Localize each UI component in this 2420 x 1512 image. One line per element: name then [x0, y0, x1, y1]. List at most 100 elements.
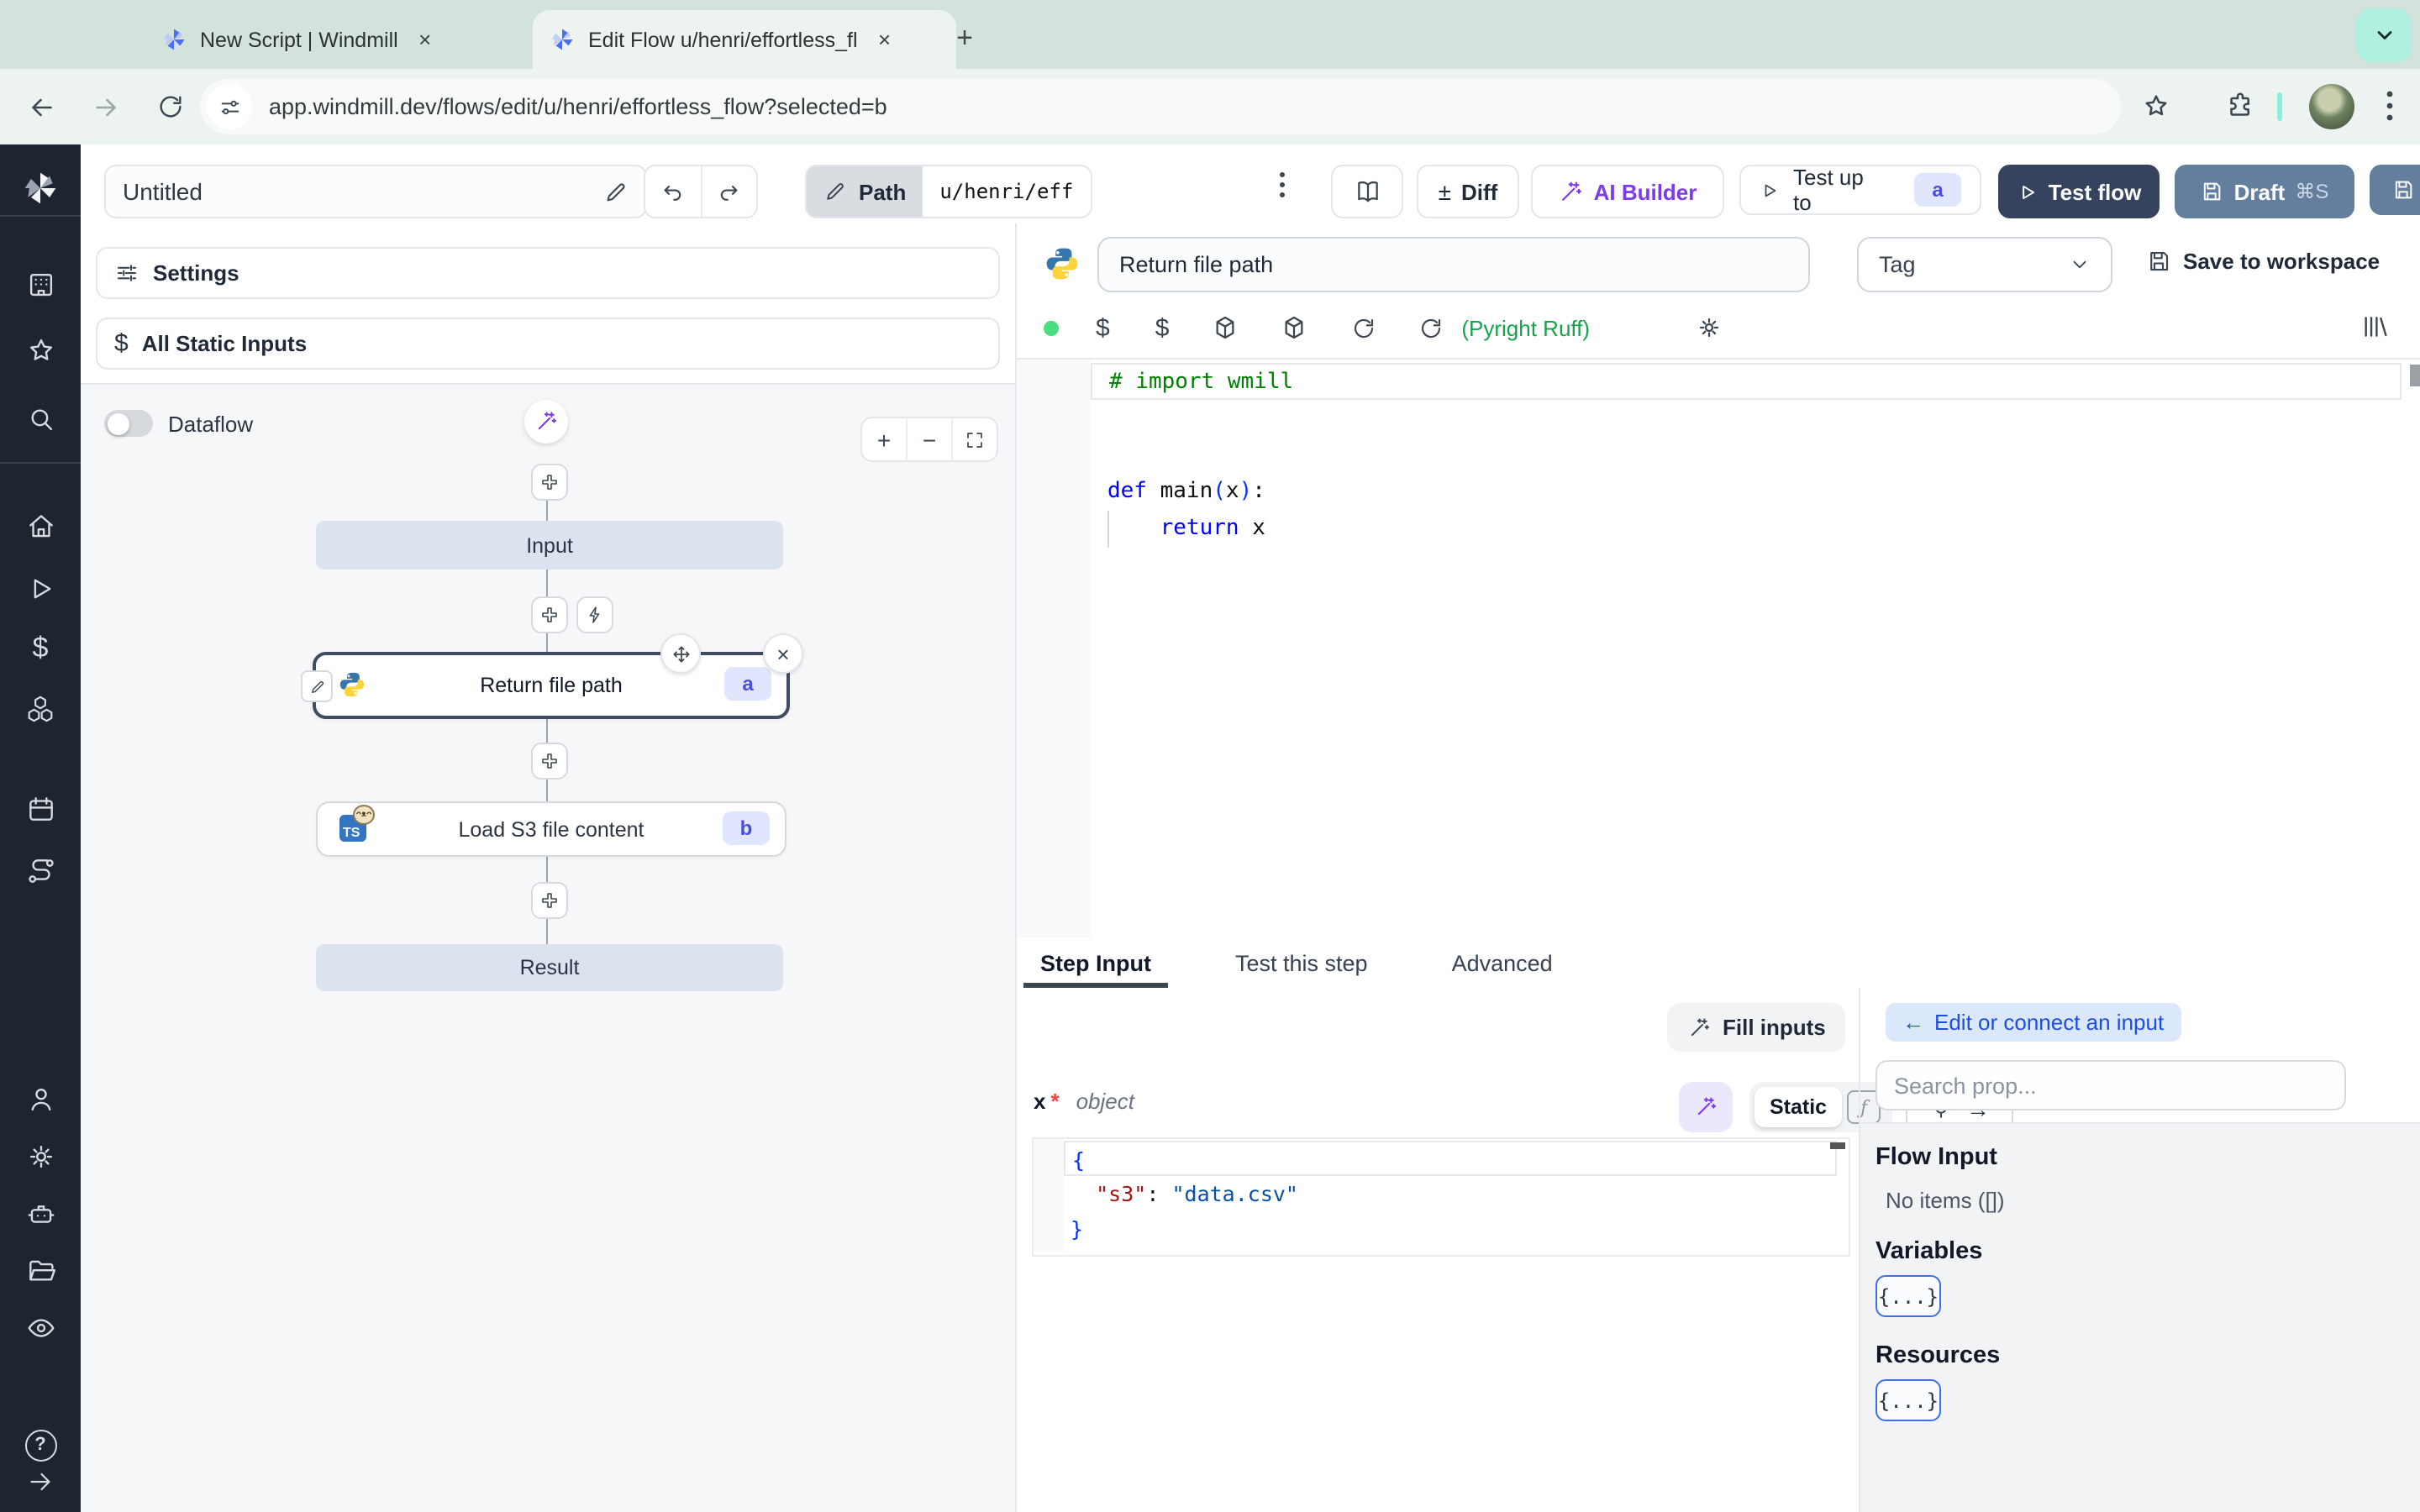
package-icon[interactable]: [1280, 314, 1307, 341]
move-step-icon[interactable]: [660, 633, 701, 674]
sidebar-item-workers-robot-icon[interactable]: [0, 1193, 81, 1233]
sidebar-item-schedules-calendar-icon[interactable]: [0, 788, 81, 828]
redo-button[interactable]: [702, 166, 756, 217]
editor-scrollbar[interactable]: [2410, 365, 2420, 386]
json-arg-editor[interactable]: { "s3": "data.csv"}: [1032, 1137, 1850, 1257]
flow-node-step-b[interactable]: TS ᴖᴥᴖ Load S3 file content b: [316, 801, 786, 857]
insert-step-button[interactable]: [531, 464, 568, 501]
insert-trigger-button[interactable]: [576, 596, 613, 633]
sidebar-item-routes-icon[interactable]: [0, 850, 81, 890]
tag-label: Tag: [1879, 252, 1916, 277]
resources-expand-button[interactable]: {...}: [1876, 1379, 1941, 1421]
static-mode-button[interactable]: Static: [1754, 1087, 1843, 1127]
new-tab-icon[interactable]: +: [946, 20, 983, 57]
book-icon: [1357, 181, 1377, 202]
package-icon[interactable]: [1211, 314, 1238, 341]
flow-node-input[interactable]: Input: [316, 521, 783, 570]
code-editor[interactable]: # import wmill def main(x): return x: [1017, 358, 2420, 939]
edit-or-connect-button[interactable]: ← Edit or connect an input: [1886, 1003, 2181, 1042]
more-kebab-icon[interactable]: [1270, 166, 1294, 203]
step-badge[interactable]: a: [1914, 173, 1961, 207]
path-button[interactable]: Path u/henri/eff: [805, 165, 1092, 218]
sidebar-item-runs-play-icon[interactable]: [0, 568, 81, 608]
resources-dollar-icon[interactable]: $: [1155, 313, 1170, 342]
sidebar-item-resources-cubes-icon[interactable]: [0, 689, 81, 729]
sidebar-item-folders-icon[interactable]: [0, 1250, 81, 1290]
sidebar-item-audit-eye-icon[interactable]: [0, 1307, 81, 1347]
json-scrollbar[interactable]: [1830, 1142, 1845, 1149]
path-label-seg[interactable]: Path: [807, 166, 923, 217]
sidebar-item-favorites-star-icon[interactable]: [0, 329, 81, 370]
library-icon[interactable]: [2361, 312, 2390, 341]
ai-flow-wand-button[interactable]: [524, 400, 568, 444]
tab-chevron-icon[interactable]: [2356, 8, 2412, 62]
bun-typescript-icon: TS ᴖᴥᴖ: [339, 805, 375, 842]
flow-name-input[interactable]: Untitled: [104, 165, 647, 218]
zoom-in-button[interactable]: +: [862, 418, 908, 460]
close-icon[interactable]: ×: [412, 26, 439, 53]
diff-button[interactable]: ± Diff: [1417, 165, 1519, 218]
menu-kebab-icon[interactable]: [2376, 87, 2403, 124]
omnibox[interactable]: app.windmill.dev/flows/edit/u/henri/effo…: [200, 79, 2121, 134]
docs-book-button[interactable]: [1331, 165, 1403, 218]
reload-icon[interactable]: [1418, 315, 1443, 340]
sidebar-item-home-icon[interactable]: [0, 506, 81, 546]
sidebar-item-expand-arrow-icon[interactable]: [0, 1462, 81, 1502]
search-prop-input[interactable]: Search prop...: [1876, 1060, 2346, 1110]
magic-wand-icon[interactable]: [1628, 315, 1654, 340]
delete-step-icon[interactable]: ×: [763, 633, 803, 674]
code-lines[interactable]: # import wmill def main(x): return x: [1091, 363, 2402, 548]
fullscreen-button[interactable]: [953, 418, 997, 460]
deploy-button[interactable]: Deploy: [2370, 165, 2420, 215]
sidebar-item-search-icon[interactable]: [0, 398, 81, 438]
windmill-logo[interactable]: [0, 168, 81, 208]
fill-inputs-button[interactable]: Fill inputs: [1667, 1003, 1846, 1052]
sidebar-item-variables-dollar-icon[interactable]: $: [0, 628, 81, 669]
dataflow-toggle[interactable]: [104, 410, 153, 437]
undo-button[interactable]: [645, 166, 702, 217]
test-up-to-button[interactable]: Test up to a: [1739, 165, 1981, 215]
extensions-icon[interactable]: [2218, 84, 2262, 128]
windmill-favicon: [551, 29, 573, 50]
edit-step-pencil-icon[interactable]: [301, 670, 333, 702]
step-name-input[interactable]: Return file path: [1097, 237, 1810, 292]
save-to-workspace-button[interactable]: Save to workspace: [2146, 249, 2380, 274]
ai-arg-wand-button[interactable]: [1679, 1082, 1733, 1132]
save-label: Save to workspace: [2183, 249, 2381, 274]
tab-advanced[interactable]: Advanced: [1428, 937, 1576, 988]
draft-button[interactable]: Draft ⌘S: [2175, 165, 2354, 218]
variables-expand-button[interactable]: {...}: [1876, 1275, 1941, 1317]
sidebar-item-user-icon[interactable]: [0, 1079, 81, 1119]
zoom-out-button[interactable]: −: [908, 418, 953, 460]
test-flow-button[interactable]: Test flow: [1998, 165, 2160, 218]
all-static-inputs-button[interactable]: $ All Static Inputs: [96, 318, 1000, 370]
sidebar-item-workspace[interactable]: [0, 264, 81, 304]
lint-status[interactable]: (Pyright Ruff): [1461, 315, 1590, 340]
insert-step-button[interactable]: [531, 743, 568, 780]
reload-icon[interactable]: [1350, 315, 1376, 340]
insert-step-button[interactable]: [531, 882, 568, 919]
bookmark-star-icon[interactable]: [2134, 84, 2178, 128]
browser-tab-active[interactable]: Edit Flow u/henri/effortless_fl ×: [533, 10, 956, 69]
profile-avatar[interactable]: [2309, 84, 2354, 129]
json-lines[interactable]: { "s3": "data.csv"}: [1064, 1141, 1837, 1247]
tab-test-this-step[interactable]: Test this step: [1212, 937, 1392, 988]
sidebar-item-settings-gear-icon[interactable]: [0, 1136, 81, 1176]
close-icon[interactable]: ×: [871, 26, 898, 53]
browser-tab-inactive[interactable]: New Script | Windmill ×: [145, 10, 548, 69]
sidebar-item-help-icon[interactable]: ?: [0, 1425, 81, 1465]
back-icon[interactable]: [20, 85, 64, 129]
flow-node-step-a[interactable]: Return file path a ×: [301, 633, 803, 719]
forward-icon[interactable]: [84, 85, 128, 129]
reload-icon[interactable]: [148, 85, 192, 129]
flow-node-result[interactable]: Result: [316, 944, 783, 991]
site-info-icon[interactable]: [207, 84, 252, 129]
variables-dollar-icon[interactable]: $: [1096, 313, 1110, 342]
tab-label: Advanced: [1451, 950, 1553, 975]
settings-gear-icon[interactable]: [1696, 314, 1723, 341]
tag-select[interactable]: Tag: [1857, 237, 2112, 292]
tab-step-input[interactable]: Step Input: [1017, 937, 1175, 988]
insert-step-button[interactable]: [531, 596, 568, 633]
settings-button[interactable]: Settings: [96, 247, 1000, 299]
ai-builder-button[interactable]: AI Builder: [1531, 165, 1724, 218]
